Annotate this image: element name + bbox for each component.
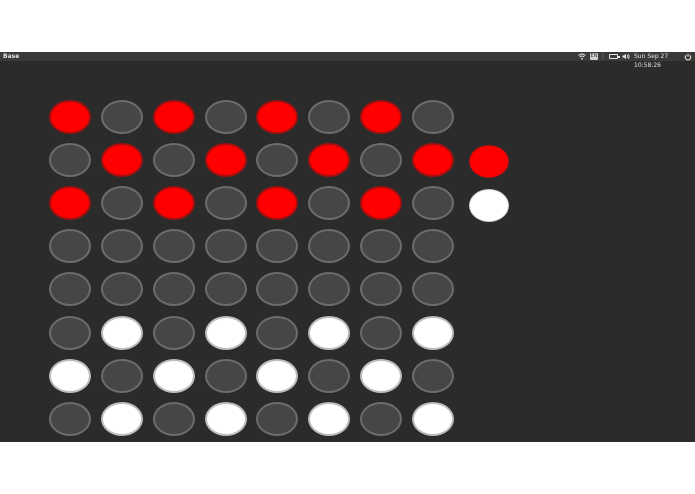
battery-icon[interactable] [609,54,620,59]
tray-separator: | [602,53,605,60]
board-cell-white[interactable] [360,359,402,393]
board-cell-empty[interactable] [256,143,298,177]
board-cell-empty[interactable] [49,316,91,350]
board-cell-empty[interactable] [205,229,247,263]
board-cell-empty[interactable] [308,359,350,393]
board-cell-empty[interactable] [412,186,454,220]
board-cell-empty[interactable] [101,272,143,306]
board-cell-empty[interactable] [153,272,195,306]
board-cell-white[interactable] [308,316,350,350]
board-cell-white[interactable] [256,359,298,393]
board-cell-red[interactable] [49,100,91,134]
board-cell-red[interactable] [205,143,247,177]
board-cell-empty[interactable] [49,402,91,436]
wifi-icon[interactable] [578,52,586,61]
board-cell-empty[interactable] [205,272,247,306]
white-player-piece [469,189,509,222]
app-title: Base [3,53,20,60]
board-cell-empty[interactable] [308,229,350,263]
board-cell-empty[interactable] [153,143,195,177]
board-cell-empty[interactable] [101,359,143,393]
board-cell-white[interactable] [205,316,247,350]
board-cell-empty[interactable] [256,272,298,306]
board-cell-white[interactable] [412,402,454,436]
board-cell-empty[interactable] [308,272,350,306]
board-cell-red[interactable] [360,100,402,134]
board-cell-empty[interactable] [49,229,91,263]
board-cell-red[interactable] [412,143,454,177]
board-cell-red[interactable] [49,186,91,220]
board-cell-white[interactable] [308,402,350,436]
keyboard-layout-icon[interactable]: EN [590,53,598,60]
board-cell-empty[interactable] [256,402,298,436]
board-cell-white[interactable] [49,359,91,393]
board-cell-empty[interactable] [205,186,247,220]
board-cell-red[interactable] [308,143,350,177]
board-cell-white[interactable] [101,402,143,436]
board-cell-empty[interactable] [360,402,402,436]
volume-icon[interactable] [622,52,630,61]
board-cell-empty[interactable] [153,229,195,263]
board-cell-red[interactable] [153,186,195,220]
red-player-piece [469,145,509,178]
board-cell-empty[interactable] [205,100,247,134]
board-cell-empty[interactable] [101,186,143,220]
board-cell-white[interactable] [205,402,247,436]
board-cell-empty[interactable] [412,100,454,134]
board-cell-empty[interactable] [256,229,298,263]
board-cell-red[interactable] [256,100,298,134]
board-cell-red[interactable] [153,100,195,134]
top-panel: Base EN | Sun Sep 27 10:58:26 [0,52,695,69]
board-cell-empty[interactable] [412,272,454,306]
board-cell-empty[interactable] [101,229,143,263]
board-cell-white[interactable] [101,316,143,350]
board-cell-empty[interactable] [153,316,195,350]
board-cell-empty[interactable] [412,359,454,393]
board-cell-empty[interactable] [360,229,402,263]
board-cell-empty[interactable] [412,229,454,263]
board-cell-empty[interactable] [101,100,143,134]
power-icon[interactable] [684,52,692,61]
board-cell-empty[interactable] [205,359,247,393]
board-cell-empty[interactable] [308,100,350,134]
board-cell-red[interactable] [101,143,143,177]
board-cell-red[interactable] [360,186,402,220]
board-cell-white[interactable] [412,316,454,350]
desktop-screen: Base EN | Sun Sep 27 10:58:26 [0,52,695,442]
board-cell-red[interactable] [256,186,298,220]
board-cell-empty[interactable] [49,272,91,306]
board-cell-empty[interactable] [360,272,402,306]
board-cell-empty[interactable] [360,143,402,177]
board-cell-empty[interactable] [308,186,350,220]
board-cell-empty[interactable] [360,316,402,350]
board-cell-empty[interactable] [153,402,195,436]
board-cell-white[interactable] [153,359,195,393]
board-cell-empty[interactable] [49,143,91,177]
board-cell-empty[interactable] [256,316,298,350]
